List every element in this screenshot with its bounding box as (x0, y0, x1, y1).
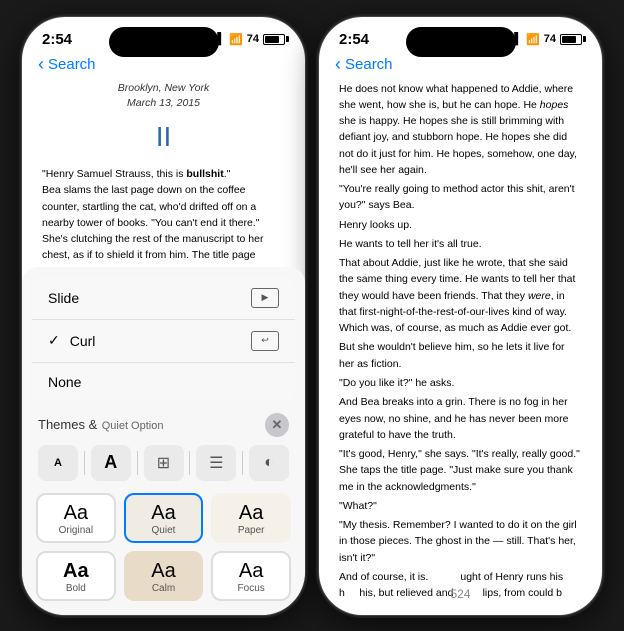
right-phone: 2:54 ▌▌▌ 📶 74 ‹ Search He does not know … (318, 16, 603, 616)
font-separator-2 (137, 451, 138, 475)
themes-header: Themes & Quiet Option ✕ (22, 407, 305, 441)
wifi-icon-right: 📶 (526, 33, 540, 46)
theme-aa-original: Aa (64, 503, 88, 523)
transition-icon-slide: ▶ (251, 288, 279, 308)
theme-label-bold: Bold (66, 583, 86, 594)
font-style-button[interactable]: ⊞ (144, 445, 184, 481)
transition-item-slide[interactable]: Slide ▶ (32, 277, 295, 320)
dynamic-island-right (406, 27, 516, 57)
theme-aa-focus: Aa (239, 561, 263, 581)
status-time-right: 2:54 (339, 31, 369, 48)
book-content-right: He does not know what happened to Addie,… (319, 81, 602, 616)
font-separator (84, 451, 85, 475)
transition-label-curl: Curl (70, 333, 96, 349)
brightness-icon-symbol: ◐ (264, 454, 274, 472)
theme-aa-paper: Aa (239, 503, 263, 523)
theme-quiet[interactable]: Aa Quiet (124, 493, 204, 543)
battery-level: 74 (247, 33, 259, 45)
font-separator-4 (242, 451, 243, 475)
back-button-left[interactable]: ‹ Search (38, 54, 96, 75)
chapter-number: II (42, 116, 285, 158)
wifi-icon: 📶 (229, 33, 243, 46)
theme-paper[interactable]: Aa Paper (211, 493, 291, 543)
close-button[interactable]: ✕ (265, 413, 289, 437)
back-chevron-left: ‹ (38, 54, 44, 75)
back-chevron-right: ‹ (335, 54, 341, 75)
theme-label-focus: Focus (238, 583, 265, 594)
theme-calm[interactable]: Aa Calm (124, 551, 204, 601)
theme-aa-bold: Aa (63, 561, 89, 581)
theme-bold[interactable]: Aa Bold (36, 551, 116, 601)
battery-level-right: 74 (544, 33, 556, 45)
left-phone: 2:54 ▌▌▌ 📶 74 ‹ Search Brooklyn, New Yor… (21, 16, 306, 616)
theme-grid: Aa Original Aa Quiet Aa Paper Aa Bold Aa (22, 487, 305, 615)
transition-item-none[interactable]: None (32, 363, 295, 401)
layout-button[interactable]: ☰ (196, 445, 236, 481)
font-icon-symbol: ⊞ (157, 453, 170, 473)
dynamic-island (109, 27, 219, 57)
book-header: Brooklyn, New YorkMarch 13, 2015 II (42, 81, 285, 159)
page-number: 524 (450, 587, 470, 601)
back-label-left: Search (48, 56, 96, 73)
decrease-font-button[interactable]: A (38, 445, 78, 481)
theme-aa-calm: Aa (151, 561, 175, 581)
book-location: Brooklyn, New YorkMarch 13, 2015 (42, 81, 285, 113)
back-button-right[interactable]: ‹ Search (335, 54, 393, 75)
themes-title: Themes & Quiet Option (38, 416, 163, 434)
increase-font-button[interactable]: A (91, 445, 131, 481)
phones-container: 2:54 ▌▌▌ 📶 74 ‹ Search Brooklyn, New Yor… (21, 16, 603, 616)
battery-icon (263, 34, 285, 45)
theme-label-paper: Paper (238, 525, 265, 536)
transition-check-curl: ✓ (48, 332, 60, 349)
transition-item-curl[interactable]: ✓ Curl ↩ (32, 320, 295, 363)
theme-original[interactable]: Aa Original (36, 493, 116, 543)
theme-label-original: Original (59, 525, 93, 536)
status-time: 2:54 (42, 31, 72, 48)
battery-icon-right (560, 34, 582, 45)
theme-aa-quiet: Aa (151, 503, 175, 523)
theme-label-calm: Calm (152, 583, 175, 594)
transition-icon-curl: ↩ (251, 331, 279, 351)
back-label-right: Search (345, 56, 393, 73)
overlay-panel: Slide ▶ ✓ Curl ↩ (22, 267, 305, 615)
transition-menu: Slide ▶ ✓ Curl ↩ (32, 277, 295, 401)
layout-icon-symbol: ☰ (209, 453, 223, 473)
brightness-button[interactable]: ◐ (249, 445, 289, 481)
font-controls: A A ⊞ ☰ ◐ (22, 441, 305, 487)
theme-label-quiet: Quiet (152, 525, 176, 536)
transition-label-slide: Slide (48, 290, 79, 306)
transition-label-none: None (48, 374, 81, 390)
theme-focus[interactable]: Aa Focus (211, 551, 291, 601)
font-separator-3 (189, 451, 190, 475)
